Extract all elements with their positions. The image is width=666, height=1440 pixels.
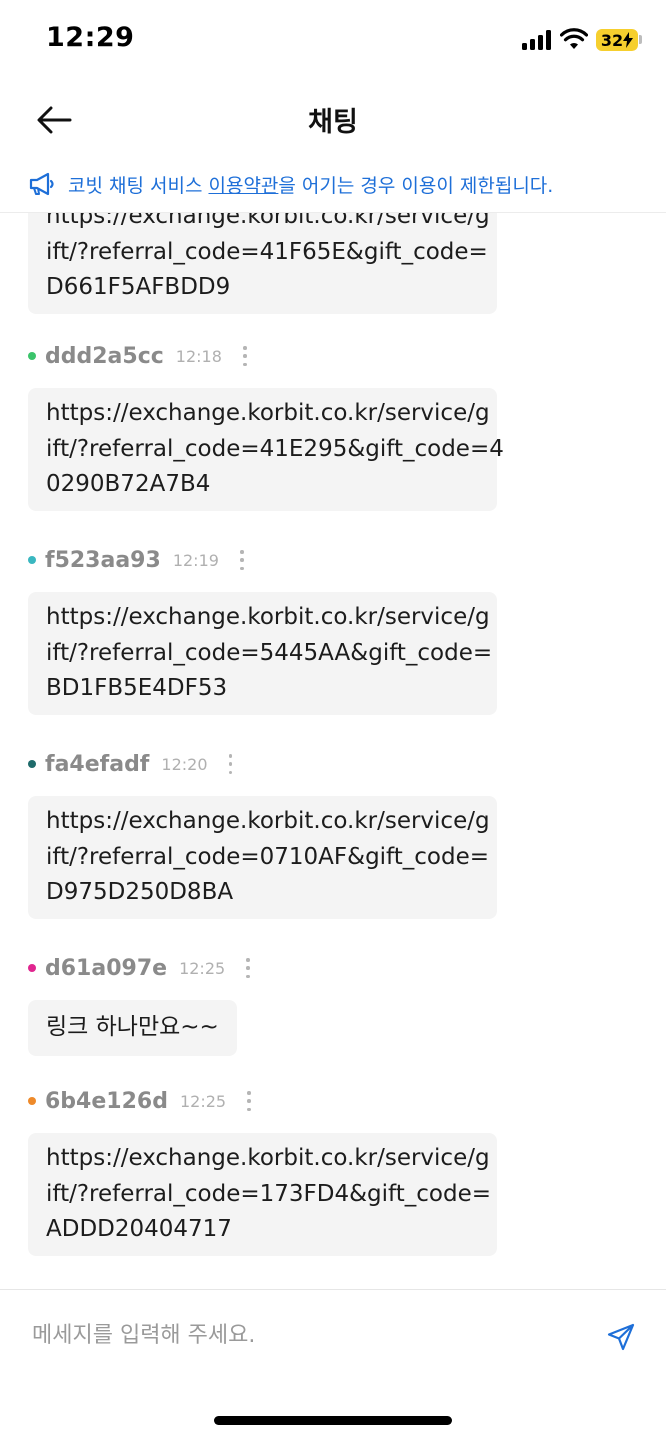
message-header: f523aa93 12:19 [28,545,245,575]
message-timestamp: 12:18 [175,346,222,366]
message-bubble: https://exchange.korbit.co.kr/service/g … [28,592,497,715]
message-line: https://exchange.korbit.co.kr/service/g [46,808,490,834]
more-options-icon[interactable] [239,550,245,570]
battery-tip [639,35,642,44]
terms-of-use-link[interactable]: 이용약관 [208,175,278,197]
message-header: 6b4e126d 12:25 [28,1086,252,1116]
message-bubble: https://exchange.korbit.co.kr/service/g … [28,1133,497,1256]
message-bubble: https://exchange.korbit.co.kr/service/g … [28,796,497,919]
user-color-dot [28,760,36,768]
message-bubble: 링크 하나만요~~ [28,1000,237,1056]
message-timestamp: 12:25 [179,1091,227,1111]
app-header: 채팅 [0,80,666,160]
user-color-dot [28,352,36,360]
notice-text: 코빗 채팅 서비스 이용약관을 어기는 경우 이용이 제한됩니다. [68,171,553,198]
user-color-dot [28,1097,36,1105]
more-options-icon[interactable] [242,346,248,366]
message-username[interactable]: ddd2a5cc [45,344,164,369]
user-color-dot [28,964,36,972]
send-icon [607,1323,635,1351]
message-bubble: https://exchange.korbit.co.kr/service/g … [28,388,504,511]
message-username[interactable]: 6b4e126d [45,1089,168,1114]
message-bubble: https://exchange.korbit.co.kr/service/g … [28,213,497,314]
cellular-signal-icon [522,30,552,50]
message-line: D975D250D8BA [46,879,234,905]
message-line: https://exchange.korbit.co.kr/service/g [46,400,490,426]
battery-indicator: 32 [596,29,638,51]
message-line: ift/?referral_code=41E295&gift_code=4 [46,435,504,462]
more-options-icon[interactable] [245,958,251,978]
wifi-icon [560,28,588,49]
charging-bolt-icon [623,32,634,48]
message-line: ADDD20404717 [46,1216,232,1242]
message-line: ift/?referral_code=5445AA&gift_code= [46,639,493,666]
battery-level: 32 [600,30,624,50]
send-button[interactable] [604,1320,638,1354]
status-time: 12:29 [46,22,135,53]
message-username[interactable]: fa4efadf [45,752,149,777]
message-line: ift/?referral_code=173FD4&gift_code= [46,1180,491,1207]
message-line: BD1FB5E4DF53 [46,675,228,701]
home-indicator[interactable] [214,1416,452,1425]
message-timestamp: 12:25 [179,958,226,978]
message-line: https://exchange.korbit.co.kr/service/g [46,604,490,630]
chat-message-list[interactable]: https://exchange.korbit.co.kr/service/g … [0,213,666,1289]
more-options-icon[interactable] [228,754,234,774]
message-line: https://exchange.korbit.co.kr/service/g [46,213,490,229]
user-color-dot [28,556,36,564]
notice-suffix: 을 어기는 경우 이용이 제한됩니다. [278,174,554,197]
message-username[interactable]: f523aa93 [45,548,161,573]
message-line: 0290B72A7B4 [46,471,211,497]
status-bar: 12:29 32 [0,0,666,80]
message-line: 링크 하나만요~~ [46,1014,219,1040]
message-line: ift/?referral_code=0710AF&gift_code= [46,843,490,870]
message-timestamp: 12:19 [172,550,219,570]
message-header: d61a097e 12:25 [28,953,251,983]
message-line: ift/?referral_code=41F65E&gift_code= [46,238,488,265]
page-title: 채팅 [308,107,358,138]
message-input[interactable] [32,1314,592,1356]
megaphone-icon [28,171,58,197]
more-options-icon[interactable] [246,1091,252,1111]
message-username[interactable]: d61a097e [45,956,167,981]
notice-prefix: 코빗 채팅 서비스 [68,174,209,197]
message-composer [0,1289,666,1379]
message-header: ddd2a5cc 12:18 [28,341,248,371]
message-line: https://exchange.korbit.co.kr/service/g [46,1145,490,1171]
chat-notice-banner: 코빗 채팅 서비스 이용약관을 어기는 경우 이용이 제한됩니다. [28,164,648,204]
message-header: fa4efadf 12:20 [28,749,234,779]
message-line: D661F5AFBDD9 [46,274,231,300]
message-timestamp: 12:20 [161,754,208,774]
